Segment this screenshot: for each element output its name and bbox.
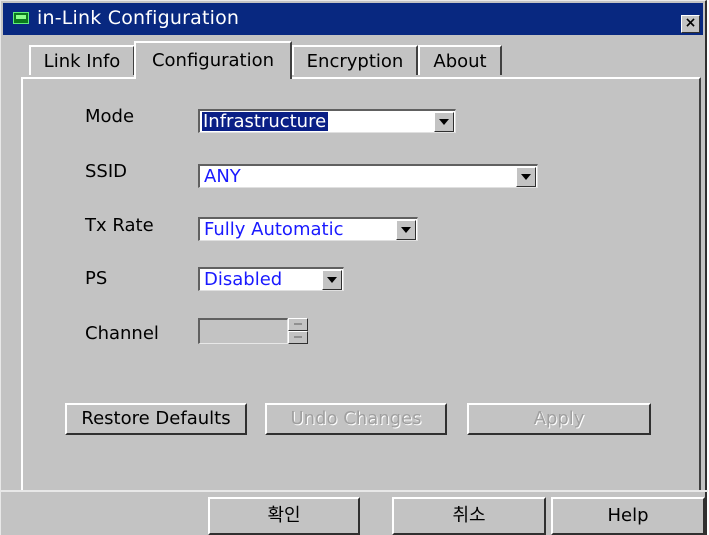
chevron-down-icon[interactable]	[434, 112, 454, 132]
chevron-down-icon[interactable]	[322, 270, 342, 290]
tx-rate-label: Tx Rate	[85, 215, 154, 236]
help-button[interactable]: Help	[551, 497, 705, 535]
spin-down-button	[288, 331, 308, 344]
window-title: in-Link Configuration	[37, 7, 240, 29]
ssid-label: SSID	[85, 161, 128, 182]
ps-label: PS	[85, 268, 108, 289]
tab-link-info[interactable]: Link Info	[29, 45, 135, 75]
tab-configuration[interactable]: Configuration	[134, 41, 292, 79]
tx-rate-value: Fully Automatic	[204, 219, 344, 240]
ssid-select[interactable]: ANY	[198, 164, 538, 188]
network-card-icon	[13, 12, 29, 24]
title-bar[interactable]: in-Link Configuration	[3, 3, 703, 35]
tx-rate-select[interactable]: Fully Automatic	[198, 217, 418, 241]
apply-button: Apply	[467, 403, 651, 435]
mode-value: Infrastructure	[202, 111, 329, 132]
restore-defaults-button[interactable]: Restore Defaults	[65, 403, 247, 435]
channel-label: Channel	[85, 323, 159, 344]
chevron-down-icon[interactable]	[396, 220, 416, 240]
mode-select[interactable]: Infrastructure	[198, 109, 456, 133]
ps-select[interactable]: Disabled	[198, 267, 344, 291]
close-button[interactable]: ×	[681, 15, 700, 33]
spin-up-button	[288, 318, 308, 331]
ssid-value: ANY	[204, 166, 241, 187]
divider	[1, 490, 708, 492]
channel-field	[198, 318, 288, 344]
ok-button[interactable]: 확인	[208, 497, 360, 535]
ps-value: Disabled	[204, 269, 283, 290]
cancel-button[interactable]: 취소	[392, 497, 546, 535]
tab-about[interactable]: About	[418, 45, 502, 75]
config-dialog: in-Link Configuration × Link Info Encryp…	[0, 0, 708, 535]
mode-label: Mode	[85, 106, 135, 127]
undo-changes-button: Undo Changes	[265, 403, 447, 435]
chevron-down-icon[interactable]	[516, 167, 536, 187]
tab-encryption[interactable]: Encryption	[292, 45, 418, 75]
